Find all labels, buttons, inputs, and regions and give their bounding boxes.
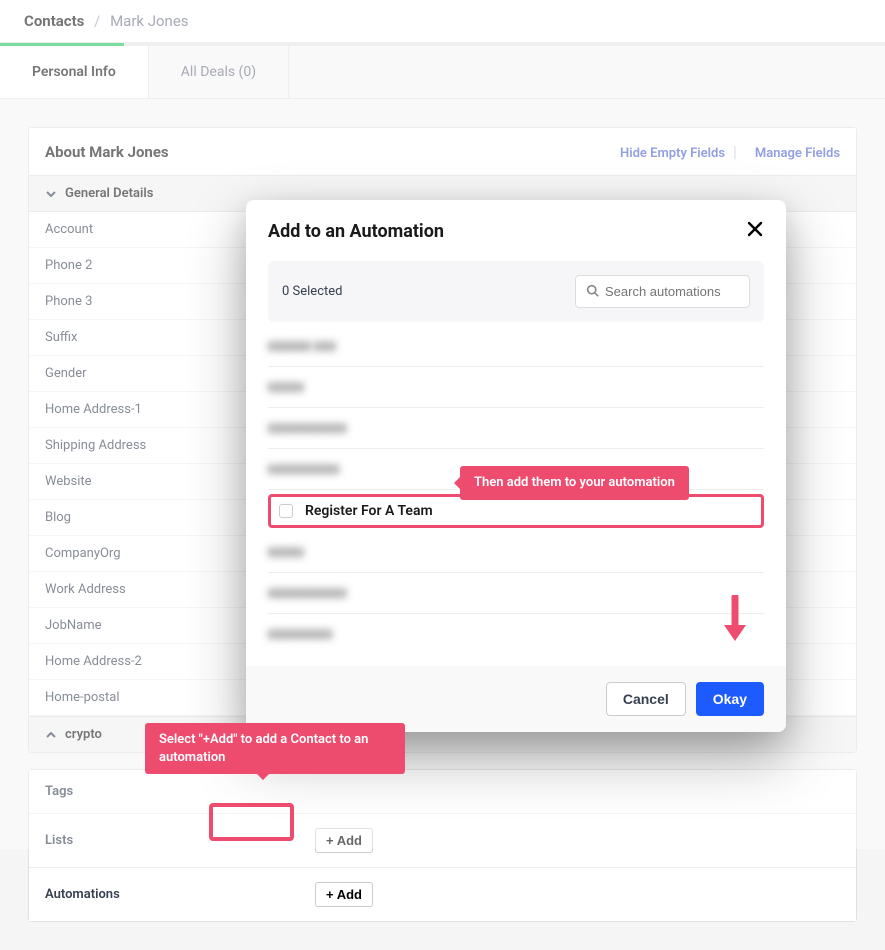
search-automations[interactable] [575,275,750,308]
modal-title: Add to an Automation [268,221,444,242]
checkbox[interactable] [279,504,293,518]
okay-button[interactable]: Okay [696,682,764,716]
automation-item[interactable]: xxxxxxxxxxx [268,573,764,614]
automations-row: Automations + Add [29,868,856,921]
search-icon [586,282,599,301]
automation-item[interactable]: xxxxxxxxx [268,614,764,654]
automation-item[interactable]: xxxxxxxxxxx [268,408,764,449]
annotation-add-to-automation: Then add them to your automation [460,466,689,500]
automation-item[interactable]: xxxxx [268,532,764,573]
add-automation-button[interactable]: + Add [315,882,373,907]
automation-item-label: Register For A Team [305,503,433,519]
cancel-button[interactable]: Cancel [606,682,686,716]
automations-label: Automations [45,887,165,902]
automation-item[interactable]: xxxxxx xxx [268,326,764,367]
selected-count: 0 Selected [282,284,342,299]
automation-item[interactable]: xxxxx [268,367,764,408]
annotation-select-add: Select "+Add" to add a Contact to an aut… [145,723,405,774]
search-input[interactable] [605,284,739,299]
arrow-to-okay [720,595,750,649]
close-icon[interactable] [746,220,764,243]
